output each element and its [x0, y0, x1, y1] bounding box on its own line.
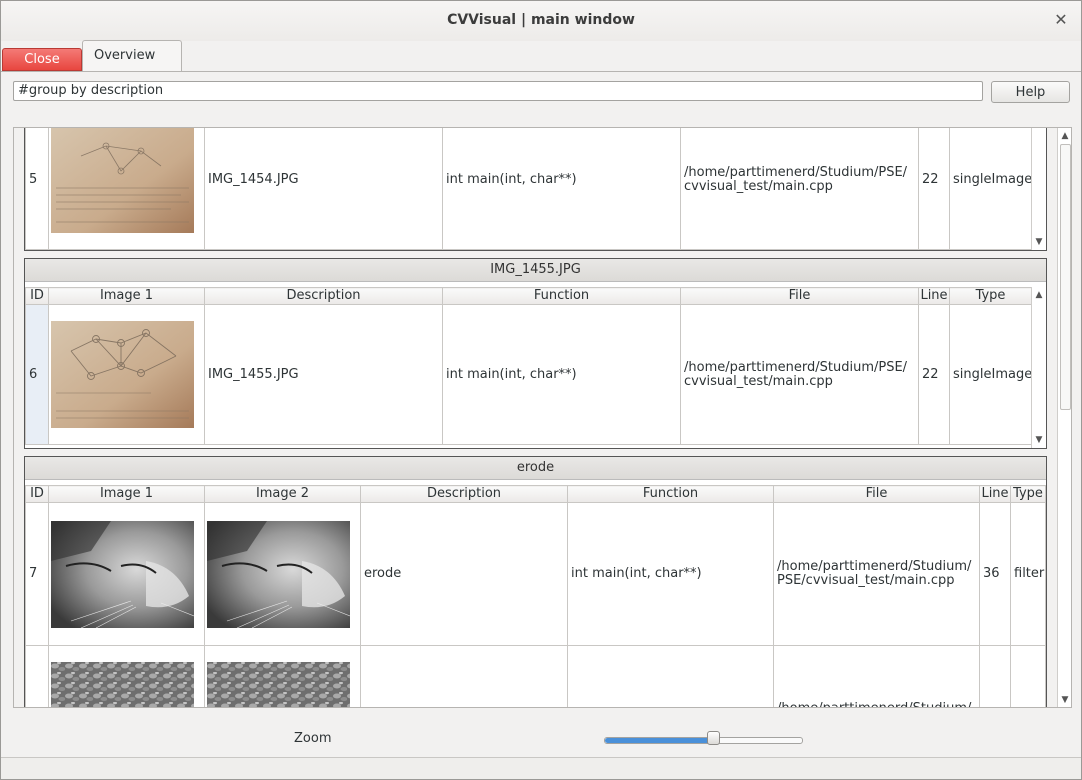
column-header[interactable]: Image 1	[48, 287, 205, 305]
cat-photo-thumbnail[interactable]	[51, 520, 194, 628]
group-table: ID Image 1 Description Function File Lin…	[25, 287, 1032, 445]
group-header: IMG_1455.JPG	[25, 259, 1046, 282]
group-scrollbar[interactable]: ▲ ▼	[1031, 287, 1046, 448]
cat-photo-thumbnail[interactable]	[207, 520, 350, 628]
type-cell	[1010, 645, 1046, 707]
description-cell: IMG_1455.JPG	[204, 304, 443, 445]
id-cell: 6	[25, 304, 49, 445]
id-cell	[25, 645, 49, 707]
file-cell: /home/parttimenerd/Studium/PSE/ cvvisual…	[680, 128, 919, 250]
scroll-down-icon[interactable]: ▼	[1032, 433, 1046, 447]
description-cell: IMG_1454.JPG	[204, 128, 443, 250]
table-row[interactable]: 5 IMG_1454.JPG int main(int, char**) /ho…	[25, 127, 1032, 250]
type-cell: singleImage	[949, 128, 1032, 250]
close-button[interactable]: Close	[2, 48, 82, 71]
file-cell: /home/parttimenerd/Studium/ PSE/cvvisual…	[773, 502, 980, 646]
group-erode: erode ID Image 1 Image 2 Description Fun…	[24, 456, 1047, 708]
tab-bar: Close Overview	[1, 40, 1081, 72]
image2-cell[interactable]	[204, 502, 361, 646]
tab-overview[interactable]: Overview	[82, 40, 182, 71]
image-cell[interactable]	[48, 304, 205, 445]
filter-input[interactable]	[13, 81, 983, 101]
scroll-up-icon[interactable]: ▲	[1058, 129, 1071, 143]
column-header[interactable]: Line	[979, 485, 1011, 503]
type-cell: filter	[1010, 502, 1046, 646]
document-photo-thumbnail[interactable]	[51, 321, 194, 428]
close-icon[interactable]: ✕	[1051, 10, 1071, 30]
column-header[interactable]: Image 1	[48, 485, 205, 503]
function-cell: int main(int, char**)	[442, 128, 681, 250]
line-cell: 22	[918, 304, 950, 445]
zoom-slider-fill	[605, 738, 713, 743]
line-cell	[979, 645, 1011, 707]
function-cell	[567, 645, 774, 707]
column-header[interactable]: Line	[918, 287, 950, 305]
zoom-slider[interactable]	[604, 737, 803, 744]
column-header[interactable]: ID	[25, 485, 49, 503]
status-bar	[1, 757, 1081, 779]
column-header[interactable]: Function	[442, 287, 681, 305]
image1-cell[interactable]	[48, 502, 205, 646]
line-cell: 36	[979, 502, 1011, 646]
group-table: ID Image 1 Image 2 Description Function …	[25, 485, 1046, 708]
texture-photo-thumbnail[interactable]	[207, 662, 350, 708]
table-row[interactable]: 6 IMG_1455.JPG int main(int, char**) /ho…	[25, 304, 1032, 445]
scrollbar-thumb[interactable]	[1060, 144, 1071, 410]
group-img-1455: IMG_1455.JPG ID Image 1 Description Func…	[24, 258, 1047, 449]
type-cell: singleImage	[949, 304, 1032, 445]
texture-photo-thumbnail[interactable]	[51, 662, 194, 708]
column-header[interactable]: ID	[25, 287, 49, 305]
image1-cell[interactable]	[48, 645, 205, 708]
group-table: 5 IMG_1454.JPG int main(int, char**) /ho…	[25, 127, 1032, 250]
column-header[interactable]: File	[680, 287, 919, 305]
overview-scrollbar[interactable]: ▲ ▼	[1057, 128, 1071, 707]
document-photo-thumbnail[interactable]	[51, 127, 194, 233]
file-cell: /home/parttimenerd/Studium/	[773, 645, 980, 707]
column-header[interactable]: Description	[360, 485, 568, 503]
group-scrollbar[interactable]: ▼	[1031, 128, 1046, 250]
line-cell: 22	[918, 128, 950, 250]
window-title: CVVisual | main window	[447, 12, 635, 28]
table-row[interactable]: /home/parttimenerd/Studium/	[25, 645, 1046, 708]
overview-scroll-area[interactable]: 5 IMG_1454.JPG int main(int, char**) /ho…	[13, 127, 1072, 708]
help-button[interactable]: Help	[991, 81, 1070, 103]
scroll-down-icon[interactable]: ▼	[1058, 693, 1071, 707]
table-row[interactable]: 7 erode int main(int, char**) /home/part…	[25, 502, 1046, 646]
column-header[interactable]: File	[773, 485, 980, 503]
column-header[interactable]: Type	[949, 287, 1032, 305]
zoom-slider-handle[interactable]	[707, 731, 721, 745]
image-cell[interactable]	[48, 127, 205, 250]
function-cell: int main(int, char**)	[442, 304, 681, 445]
table-header-row: ID Image 1 Image 2 Description Function …	[25, 485, 1046, 503]
group-img-1454: 5 IMG_1454.JPG int main(int, char**) /ho…	[24, 127, 1047, 251]
description-cell: erode	[360, 502, 568, 646]
id-cell: 7	[25, 502, 49, 646]
title-bar: CVVisual | main window ✕	[1, 1, 1081, 41]
column-header[interactable]: Function	[567, 485, 774, 503]
scroll-down-icon[interactable]: ▼	[1032, 235, 1046, 249]
table-header-row: ID Image 1 Description Function File Lin…	[25, 287, 1032, 305]
column-header[interactable]: Description	[204, 287, 443, 305]
column-header[interactable]: Type	[1010, 485, 1046, 503]
id-cell: 5	[25, 128, 49, 250]
main-window: CVVisual | main window ✕ Close Overview …	[0, 0, 1082, 780]
scroll-up-icon[interactable]: ▲	[1032, 288, 1046, 302]
column-header[interactable]: Image 2	[204, 485, 361, 503]
file-cell: /home/parttimenerd/Studium/PSE/ cvvisual…	[680, 304, 919, 445]
group-header: erode	[25, 457, 1046, 480]
description-cell	[360, 645, 568, 707]
zoom-label: Zoom	[294, 731, 332, 746]
image2-cell[interactable]	[204, 645, 361, 708]
function-cell: int main(int, char**)	[567, 502, 774, 646]
